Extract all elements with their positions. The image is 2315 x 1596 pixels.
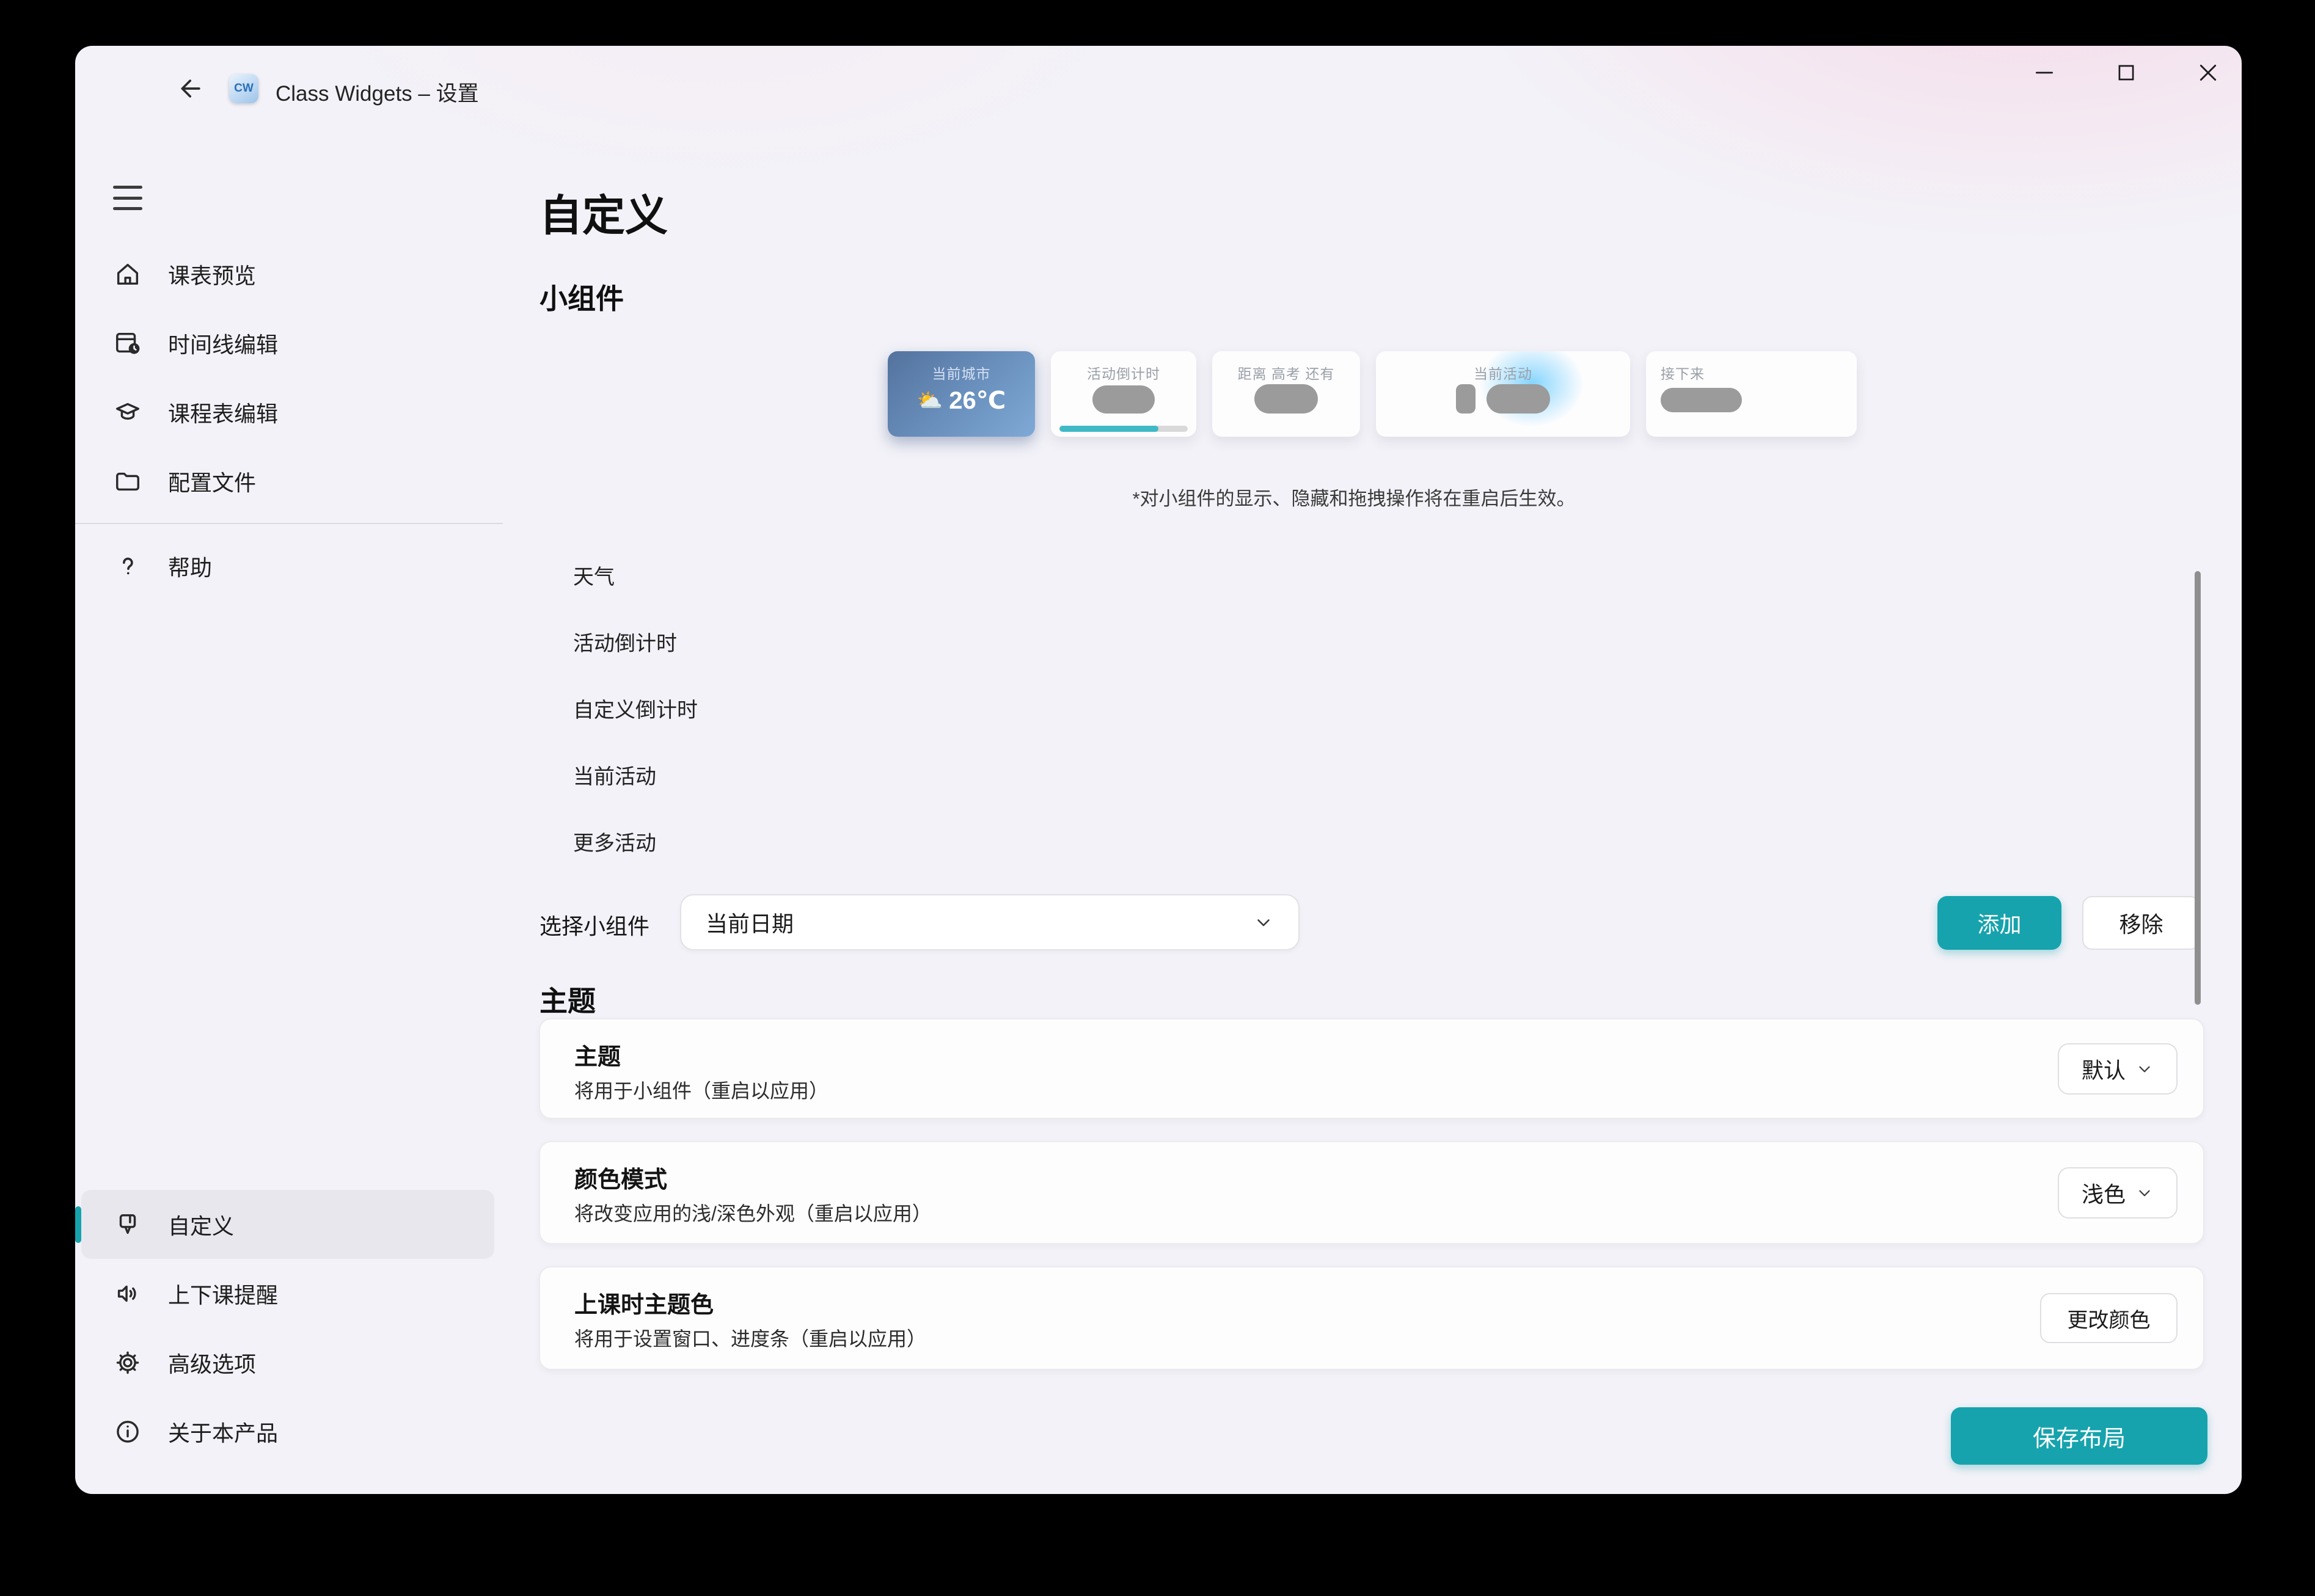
widget-selector-label: 选择小组件 bbox=[539, 909, 649, 941]
sidebar-item-label: 高级选项 bbox=[168, 1347, 256, 1379]
class-theme-color-subtitle: 将用于设置窗口、进度条（重启以应用） bbox=[574, 1324, 926, 1352]
sidebar-divider bbox=[75, 523, 503, 524]
class-theme-color-card: 上课时主题色 将用于设置窗口、进度条（重启以应用） 更改颜色 bbox=[539, 1266, 2204, 1370]
graduation-cap-icon bbox=[113, 398, 142, 427]
sun-cloud-icon: ⛅ bbox=[917, 388, 943, 413]
back-button[interactable] bbox=[172, 69, 211, 108]
folder-icon bbox=[113, 467, 142, 496]
chevron-down-icon bbox=[2135, 1184, 2154, 1202]
question-mark-icon bbox=[113, 552, 142, 581]
widget-label: 活动倒计时 bbox=[1051, 362, 1196, 383]
color-mode-card: 颜色模式 将改变应用的浅/深色外观（重启以应用） 浅色 bbox=[539, 1141, 2204, 1244]
list-item-more-activities[interactable]: 更多活动 bbox=[573, 808, 698, 875]
placeholder-pill bbox=[1254, 384, 1318, 414]
color-mode-title: 颜色模式 bbox=[574, 1161, 667, 1194]
countdown-progress-fill bbox=[1059, 426, 1158, 432]
home-icon bbox=[113, 260, 142, 289]
widget-label: 当前活动 bbox=[1376, 362, 1630, 383]
widget-label: 当前城市 bbox=[888, 362, 1035, 383]
sidebar-item-label: 自定义 bbox=[168, 1209, 234, 1241]
app-logo-icon: CW bbox=[229, 74, 258, 103]
color-mode-dropdown-value: 浅色 bbox=[2082, 1177, 2126, 1209]
change-color-button[interactable]: 更改颜色 bbox=[2040, 1293, 2178, 1343]
sidebar-item-about[interactable]: 关于本产品 bbox=[75, 1397, 503, 1466]
widget-card-up-next[interactable]: 接下来 bbox=[1646, 351, 1857, 437]
placeholder-pill bbox=[1092, 385, 1155, 414]
sidebar-item-class-reminder[interactable]: 上下课提醒 bbox=[75, 1259, 503, 1328]
class-theme-color-title: 上课时主题色 bbox=[574, 1286, 714, 1319]
placeholder-pill-large bbox=[1487, 384, 1550, 414]
sidebar: 课表预览 时间线编辑 课程表编辑 配置文件 帮助 bbox=[75, 177, 503, 1494]
sidebar-item-label: 配置文件 bbox=[168, 465, 256, 497]
sidebar-item-label: 课表预览 bbox=[168, 258, 256, 290]
page-title: 自定义 bbox=[539, 181, 668, 243]
sidebar-item-profile[interactable]: 配置文件 bbox=[75, 446, 503, 516]
window-title: Class Widgets – 设置 bbox=[276, 76, 479, 107]
widget-card-weather[interactable]: 当前城市 ⛅ 26℃ bbox=[888, 351, 1035, 437]
timeline-calendar-icon bbox=[113, 329, 142, 358]
list-item-current-activity[interactable]: 当前活动 bbox=[573, 742, 698, 808]
remove-widget-button[interactable]: 移除 bbox=[2082, 896, 2200, 950]
placeholder-pill bbox=[1661, 388, 1742, 412]
placeholder-pills bbox=[1376, 384, 1630, 414]
color-mode-dropdown[interactable]: 浅色 bbox=[2058, 1167, 2178, 1219]
sidebar-bottom-group: 自定义 上下课提醒 高级选项 关于本产品 bbox=[75, 1190, 503, 1494]
color-mode-subtitle: 将改变应用的浅/深色外观（重启以应用） bbox=[574, 1198, 932, 1226]
sidebar-item-customize[interactable]: 自定义 bbox=[81, 1190, 494, 1259]
sidebar-item-label: 时间线编辑 bbox=[168, 327, 278, 359]
chevron-down-icon bbox=[1253, 912, 1274, 933]
sidebar-item-label: 关于本产品 bbox=[168, 1416, 278, 1448]
widget-list: 天气 活动倒计时 自定义倒计时 当前活动 更多活动 bbox=[573, 542, 698, 875]
widget-card-current-activity[interactable]: 当前活动 bbox=[1376, 351, 1630, 437]
widget-card-exam-countdown[interactable]: 距离 高考 还有 bbox=[1212, 351, 1360, 437]
theme-card-subtitle: 将用于小组件（重启以应用） bbox=[574, 1076, 828, 1104]
countdown-progress-track bbox=[1059, 426, 1188, 432]
sidebar-item-schedule-preview[interactable]: 课表预览 bbox=[75, 239, 503, 308]
sidebar-item-label: 上下课提醒 bbox=[168, 1278, 278, 1310]
add-widget-button[interactable]: 添加 bbox=[1937, 896, 2061, 950]
theme-card: 主题 将用于小组件（重启以应用） 默认 bbox=[539, 1018, 2204, 1119]
list-item-weather[interactable]: 天气 bbox=[573, 542, 698, 608]
list-item-activity-countdown[interactable]: 活动倒计时 bbox=[573, 608, 698, 675]
widget-preview-row: 当前城市 ⛅ 26℃ 活动倒计时 距离 高考 还有 当前活动 bbox=[503, 351, 2242, 437]
theme-dropdown[interactable]: 默认 bbox=[2058, 1043, 2178, 1095]
main-content: 自定义 小组件 当前城市 ⛅ 26℃ 活动倒计时 距离 高考 还有 bbox=[503, 46, 2242, 1494]
placeholder-pill-small bbox=[1456, 384, 1476, 414]
menu-button[interactable] bbox=[113, 186, 142, 210]
list-item-custom-countdown[interactable]: 自定义倒计时 bbox=[573, 675, 698, 742]
scrollbar[interactable] bbox=[2195, 571, 2201, 1005]
info-icon bbox=[113, 1417, 142, 1446]
sidebar-item-timeline-edit[interactable]: 时间线编辑 bbox=[75, 308, 503, 377]
theme-dropdown-value: 默认 bbox=[2082, 1053, 2126, 1085]
sidebar-item-label: 帮助 bbox=[168, 550, 212, 582]
widget-card-activity-countdown[interactable]: 活动倒计时 bbox=[1051, 351, 1196, 437]
widgets-section-heading: 小组件 bbox=[539, 277, 624, 317]
restart-note: *对小组件的显示、隐藏和拖拽操作将在重启后生效。 bbox=[503, 483, 2205, 511]
sidebar-item-help[interactable]: 帮助 bbox=[75, 531, 503, 600]
widget-label: 距离 高考 还有 bbox=[1212, 362, 1360, 383]
theme-card-title: 主题 bbox=[574, 1038, 621, 1071]
weather-temp: ⛅ 26℃ bbox=[888, 387, 1035, 415]
settings-window: CW Class Widgets – 设置 课表预览 bbox=[75, 46, 2242, 1494]
sidebar-item-timetable-edit[interactable]: 课程表编辑 bbox=[75, 377, 503, 446]
customize-widget-icon bbox=[113, 1210, 142, 1239]
sidebar-item-advanced-options[interactable]: 高级选项 bbox=[75, 1328, 503, 1397]
widget-selector-dropdown[interactable]: 当前日期 bbox=[680, 894, 1300, 950]
save-layout-button[interactable]: 保存布局 bbox=[1951, 1407, 2207, 1465]
temperature-value: 26℃ bbox=[949, 387, 1006, 415]
sidebar-item-label: 课程表编辑 bbox=[168, 396, 278, 428]
back-arrow-icon bbox=[178, 75, 205, 102]
chevron-down-icon bbox=[2135, 1060, 2154, 1078]
speaker-icon bbox=[113, 1279, 142, 1308]
active-indicator bbox=[75, 1206, 81, 1243]
widget-selector-value: 当前日期 bbox=[706, 906, 1253, 938]
gear-icon bbox=[113, 1348, 142, 1377]
widget-label: 接下来 bbox=[1661, 362, 1857, 383]
theme-section-heading: 主题 bbox=[539, 979, 596, 1019]
